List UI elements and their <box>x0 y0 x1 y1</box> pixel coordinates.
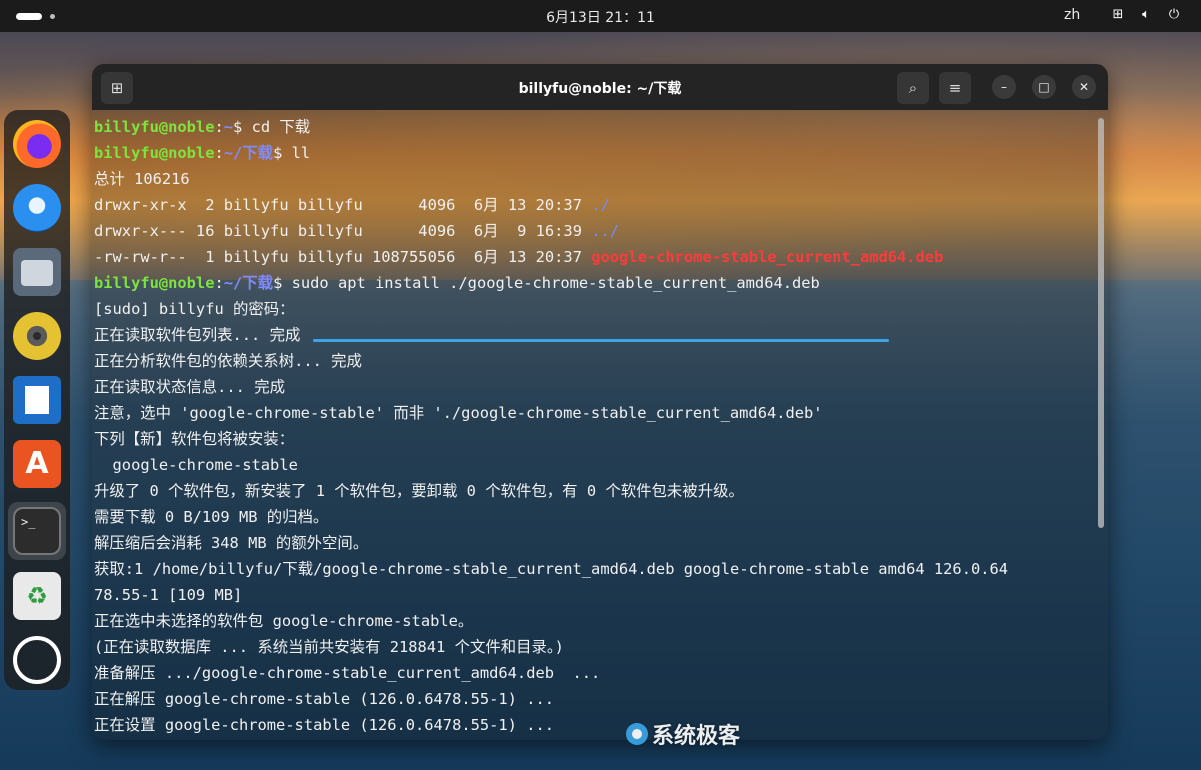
terminal-line: 获取:1 /home/billyfu/下载/google-chrome-stab… <box>94 560 1009 578</box>
scrollbar-thumb[interactable] <box>1098 118 1104 528</box>
dir-name: ./ <box>591 196 610 214</box>
network-icon[interactable]: ⊞ <box>1110 7 1126 23</box>
prompt-user: billyfu@noble <box>94 144 215 162</box>
terminal-line: 升级了 0 个软件包，新安装了 1 个软件包，要卸载 0 个软件包，有 0 个软… <box>94 482 744 500</box>
dir-name: ../ <box>591 222 620 240</box>
prompt-path: ~ <box>223 118 234 136</box>
volume-icon[interactable]: 🔈︎ <box>1138 7 1154 23</box>
writer-icon[interactable] <box>13 376 61 424</box>
terminal-line: [sudo] billyfu 的密码： <box>94 300 295 318</box>
terminal-line: 下列【新】软件包将被安装： <box>94 430 295 448</box>
prompt-path: ~/下载 <box>223 274 274 292</box>
terminal-line: 正在分析软件包的依赖关系树... 完成 <box>94 352 362 370</box>
prompt-symbol: $ <box>273 274 292 292</box>
prompt-sep: : <box>214 118 224 136</box>
terminal-line: 正在设置 google-chrome-stable (126.0.6478.55… <box>94 716 554 734</box>
terminal-line: billyfu@noble:~/下载$ sudo apt install ./g… <box>94 270 1094 296</box>
terminal-line: billyfu@noble:~/下载$ ll <box>94 140 1094 166</box>
command-text: ll <box>291 144 311 162</box>
terminal-line: 正在读取状态信息... 完成 <box>94 378 285 396</box>
terminal-line: 78.55-1 [109 MB] <box>94 586 243 604</box>
terminal-content[interactable]: billyfu@noble:~$ cd 下载 billyfu@noble:~/下… <box>92 110 1108 740</box>
terminal-line: 总计 106216 <box>94 170 190 188</box>
terminal-line: 正在解压 google-chrome-stable (126.0.6478.55… <box>94 690 554 708</box>
rhythmbox-icon[interactable] <box>13 312 61 360</box>
command-text: cd 下载 <box>251 118 311 136</box>
terminal-icon[interactable]: >_ <box>13 507 61 555</box>
prompt-user: billyfu@noble <box>94 274 215 292</box>
minimize-icon[interactable]: – <box>992 75 1016 99</box>
file-meta: drwxr-xr-x 2 billyfu billyfu 4096 6月 13 … <box>94 196 592 214</box>
menu-icon[interactable]: ≡ <box>939 72 971 104</box>
file-meta: -rw-rw-r-- 1 billyfu billyfu 108755056 6… <box>94 248 592 266</box>
dock: A >_ ♻ <box>4 110 70 690</box>
search-icon[interactable]: ⌕ <box>897 72 929 104</box>
watermark: 系统极客 <box>626 718 740 750</box>
close-icon[interactable]: ✕ <box>1072 75 1096 99</box>
top-bar: 6月13日 21：11 zh ⊞ 🔈︎ ⏻ <box>0 0 1201 32</box>
show-apps-icon[interactable] <box>13 636 61 684</box>
terminal-line: drwxr-x--- 16 billyfu billyfu 4096 6月 9 … <box>94 218 1094 244</box>
app-center-icon[interactable]: A <box>13 440 61 488</box>
files-icon[interactable] <box>13 248 61 296</box>
trash-icon[interactable]: ♻ <box>13 572 61 620</box>
input-method-indicator[interactable]: zh <box>1064 7 1080 23</box>
prompt-sep: : <box>214 274 224 292</box>
watermark-text: 系统极客 <box>652 724 741 749</box>
maximize-icon[interactable]: □ <box>1032 75 1056 99</box>
terminal-line: 注意，选中 'google-chrome-stable' 而非 './googl… <box>94 404 823 422</box>
terminal-line: -rw-rw-r-- 1 billyfu billyfu 108755056 6… <box>94 244 1094 270</box>
power-icon[interactable]: ⏻ <box>1166 7 1182 23</box>
terminal-line: billyfu@noble:~$ cd 下载 <box>94 114 1094 140</box>
file-meta: drwxr-x--- 16 billyfu billyfu 4096 6月 9 … <box>94 222 592 240</box>
watermark-logo-icon <box>626 723 648 745</box>
prompt-user: billyfu@noble <box>94 118 215 136</box>
thunderbird-icon[interactable] <box>13 184 61 232</box>
prompt-symbol: $ <box>233 118 252 136</box>
command-highlight-underline <box>313 339 889 342</box>
terminal-output: billyfu@noble:~$ cd 下载 billyfu@noble:~/下… <box>94 114 1094 738</box>
prompt-sep: : <box>214 144 224 162</box>
deb-file-name: google-chrome-stable_current_amd64.deb <box>591 248 944 266</box>
clock[interactable]: 6月13日 21：11 <box>0 7 1201 27</box>
terminal-line: (正在读取数据库 ... 系统当前共安装有 218841 个文件和目录。) <box>94 638 564 656</box>
terminal-line: drwxr-xr-x 2 billyfu billyfu 4096 6月 13 … <box>94 192 1094 218</box>
terminal-line: 正在选中未选择的软件包 google-chrome-stable。 <box>94 612 474 630</box>
terminal-line: 正在读取软件包列表... 完成 <box>94 326 301 344</box>
firefox-icon[interactable] <box>13 120 61 168</box>
prompt-path: ~/下载 <box>223 144 274 162</box>
title-bar[interactable]: ⊞ billyfu@noble: ~/下载 ⌕ ≡ – □ ✕ <box>92 64 1108 110</box>
prompt-symbol: $ <box>273 144 292 162</box>
system-tray[interactable]: ⊞ 🔈︎ ⏻ <box>1110 7 1182 23</box>
command-text: sudo apt install ./google-chrome-stable_… <box>291 274 820 292</box>
terminal-window: ⊞ billyfu@noble: ~/下载 ⌕ ≡ – □ ✕ billyfu@… <box>92 64 1108 740</box>
terminal-line: 需要下载 0 B/109 MB 的归档。 <box>94 508 329 526</box>
terminal-line: google-chrome-stable <box>94 456 298 474</box>
terminal-line: 准备解压 .../google-chrome-stable_current_am… <box>94 664 601 682</box>
terminal-line: 解压缩后会消耗 348 MB 的额外空间。 <box>94 534 369 552</box>
